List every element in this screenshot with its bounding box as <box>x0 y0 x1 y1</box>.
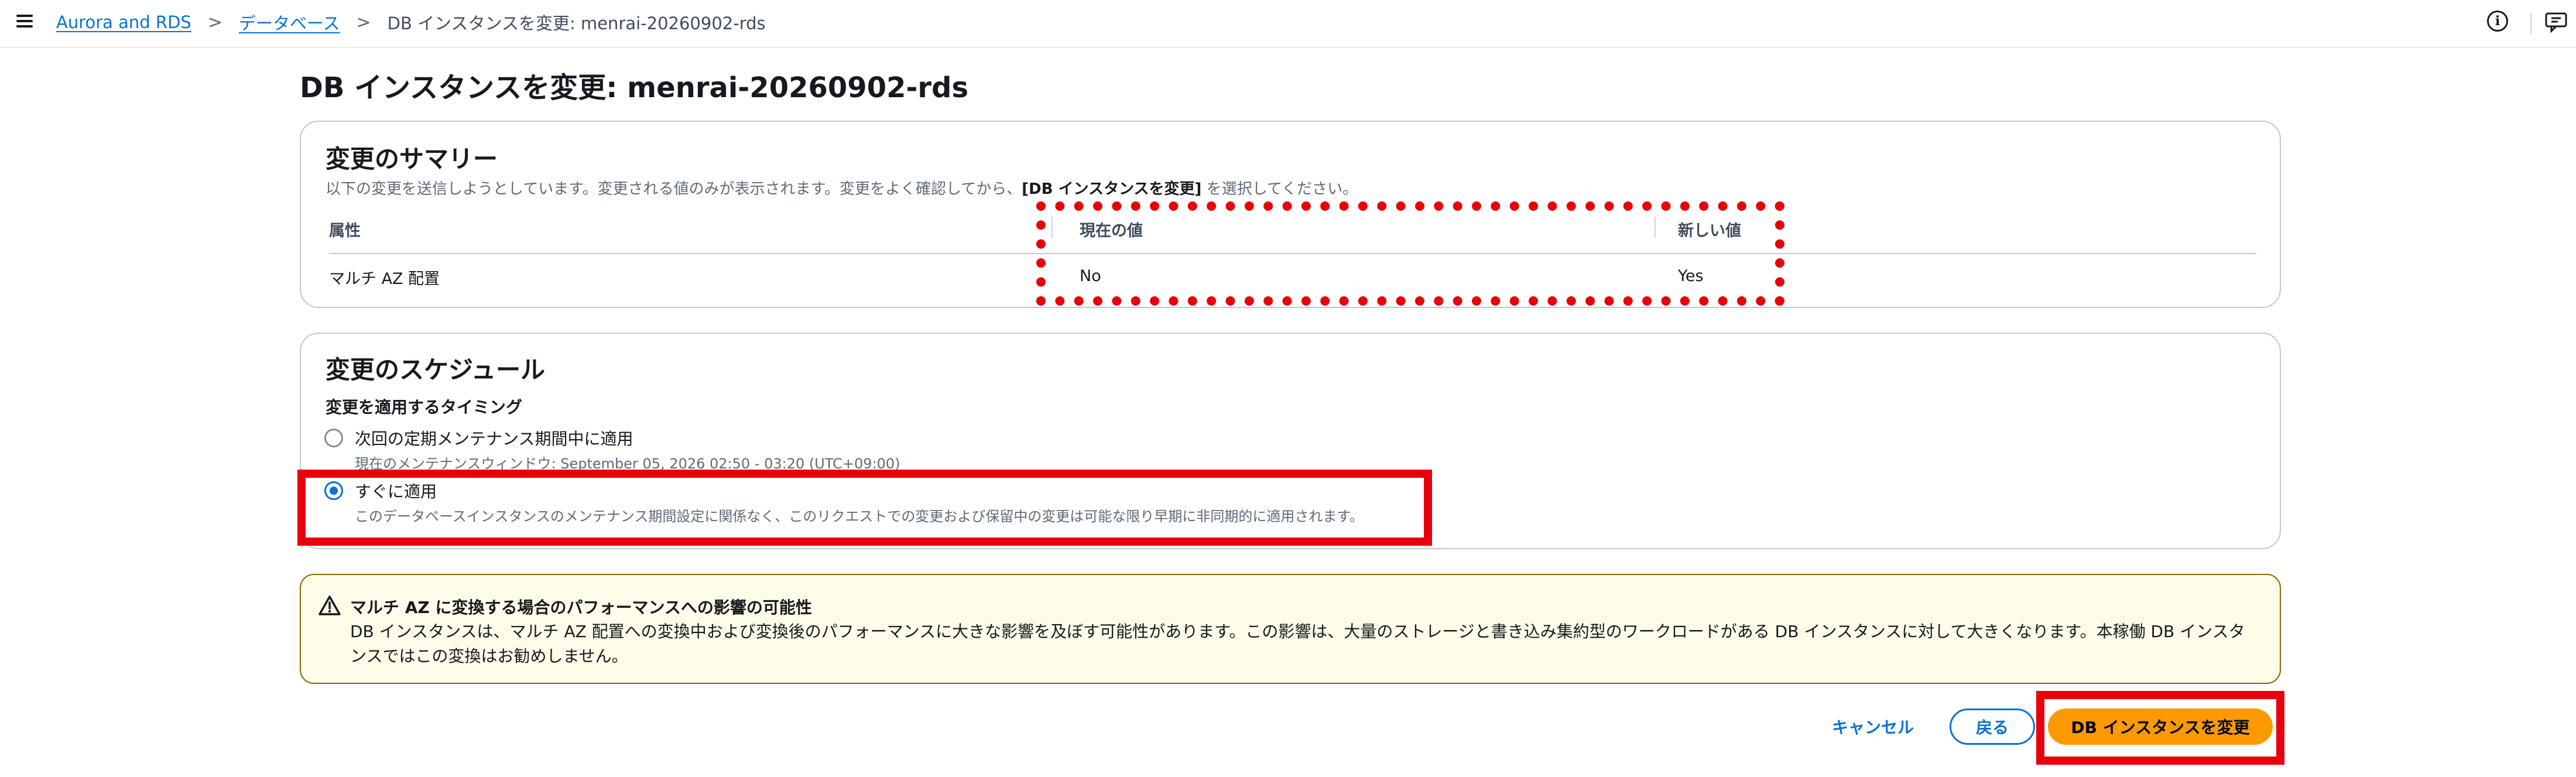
timing-label: 変更を適用するタイミング <box>326 398 523 417</box>
feedback-icon[interactable] <box>2544 12 2568 33</box>
summary-description: 以下の変更を送信しようとしています。変更される値のみが表示されます。変更をよく確… <box>326 180 1358 198</box>
summary-title: 変更のサマリー <box>326 145 498 173</box>
option-next-maintenance-label[interactable]: 次回の定期メンテナンス期間中に適用 <box>355 426 633 450</box>
table-cell-attribute: マルチ AZ 配置 <box>329 270 440 288</box>
divider <box>2530 13 2532 34</box>
radio-next-maintenance[interactable] <box>324 429 343 447</box>
column-header-attribute: 属性 <box>329 222 361 240</box>
summary-description-emphasis: [DB インスタンスを変更] <box>1022 180 1202 198</box>
multi-az-warning-alert: マルチ AZ に変換する場合のパフォーマンスへの影響の可能性 DB インスタンス… <box>300 574 2281 684</box>
breadcrumb-separator: > <box>356 12 371 33</box>
alert-title: マルチ AZ に変換する場合のパフォーマンスへの影響の可能性 <box>350 598 812 617</box>
back-button[interactable]: 戻る <box>1950 708 2035 745</box>
breadcrumb: Aurora and RDS > データベース > DB インスタンスを変更: … <box>56 11 766 34</box>
warning-icon <box>318 595 341 616</box>
top-navigation-bar: Aurora and RDS > データベース > DB インスタンスを変更: … <box>0 0 2576 48</box>
info-icon[interactable]: i <box>2487 11 2508 32</box>
alert-body: DB インスタンスは、マルチ AZ 配置への変換中および変換後のパフォーマンスに… <box>350 622 2245 666</box>
page-title: DB インスタンスを変更: menrai-20260902-rds <box>300 71 969 104</box>
highlight-apply-immediately <box>297 470 1432 546</box>
breadcrumb-databases[interactable]: データベース <box>239 10 340 35</box>
hamburger-menu-icon[interactable] <box>14 11 35 32</box>
highlight-value-columns <box>1036 201 1784 306</box>
cancel-button[interactable]: キャンセル <box>1817 711 1928 742</box>
highlight-modify-button <box>2036 691 2284 765</box>
breadcrumb-aurora-rds[interactable]: Aurora and RDS <box>56 12 191 32</box>
breadcrumb-current-page: DB インスタンスを変更: menrai-20260902-rds <box>387 13 766 33</box>
breadcrumb-separator: > <box>207 12 222 33</box>
schedule-title: 変更のスケジュール <box>326 355 546 384</box>
